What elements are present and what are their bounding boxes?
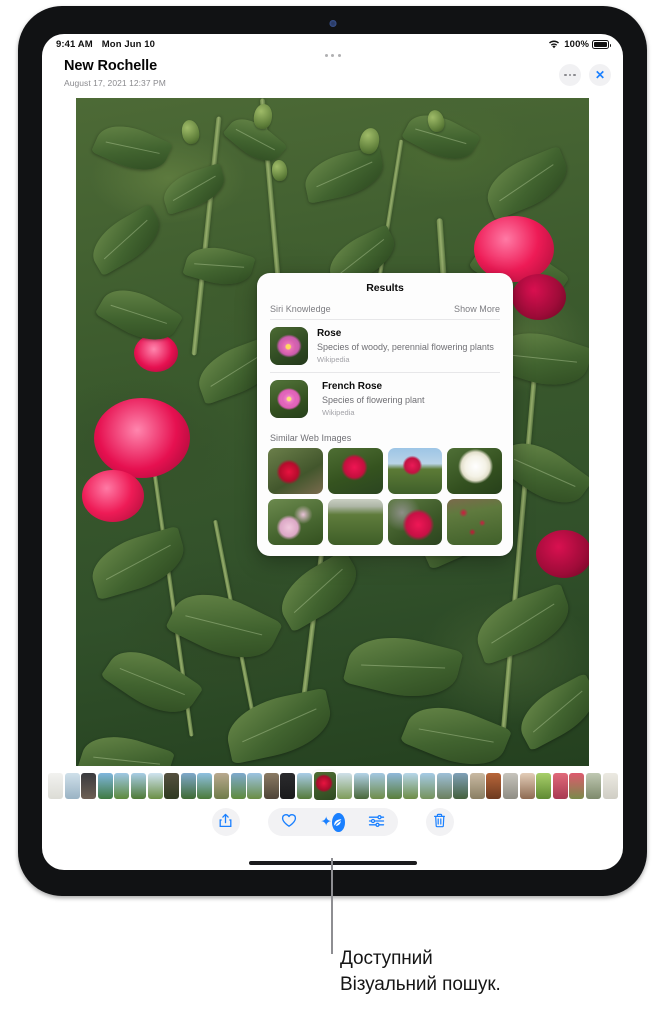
wifi-icon: [548, 40, 560, 49]
photo-filmstrip[interactable]: [42, 766, 623, 800]
sparkles-icon: ✦: [320, 814, 332, 829]
close-x-icon: ✕: [594, 68, 606, 82]
similar-image-thumbnail[interactable]: [268, 499, 323, 545]
filmstrip-thumbnail[interactable]: [436, 773, 452, 799]
siri-knowledge-label: Siri Knowledge: [270, 304, 331, 314]
battery-percent: 100%: [564, 39, 589, 50]
filmstrip-thumbnail-selected[interactable]: [313, 772, 336, 800]
multitasking-handle[interactable]: [324, 54, 341, 57]
page-title: New Rochelle: [64, 58, 158, 74]
similar-image-thumbnail[interactable]: [447, 499, 502, 545]
similar-image-thumbnail[interactable]: [387, 448, 443, 494]
callout-caption: Доступний Візуальний пошук.: [340, 946, 501, 998]
knowledge-row-title: Rose: [317, 328, 342, 339]
filmstrip-thumbnail[interactable]: [586, 773, 601, 799]
knowledge-row[interactable]: Rose Species of woody, perennial floweri…: [257, 320, 513, 372]
similar-image-thumbnail[interactable]: [447, 448, 502, 494]
photo-timestamp: August 17, 2021 12:37 PM: [64, 78, 166, 88]
filmstrip-thumbnail[interactable]: [569, 773, 585, 799]
sliders-icon: [368, 814, 385, 831]
caption-line-2: Візуальний пошук.: [340, 974, 501, 995]
filmstrip-thumbnail[interactable]: [81, 773, 97, 799]
photo-header: New Rochelle August 17, 2021 12:37 PM ✕: [42, 52, 623, 98]
filmstrip-thumbnail[interactable]: [503, 773, 519, 799]
more-options-button[interactable]: [559, 64, 581, 86]
favorite-button[interactable]: [277, 810, 301, 834]
french-rose-thumbnail-icon: [270, 380, 308, 418]
filmstrip-thumbnail[interactable]: [403, 773, 419, 799]
filmstrip-thumbnail[interactable]: [602, 773, 618, 799]
knowledge-row[interactable]: French Rose Species of flowering plant W…: [257, 373, 513, 425]
heart-icon: [281, 813, 297, 831]
filmstrip-thumbnail[interactable]: [230, 773, 246, 799]
filmstrip-thumbnail[interactable]: [147, 773, 163, 799]
results-popup-title: Results: [366, 282, 404, 294]
photo-viewer[interactable]: Results Siri Knowledge Show More Rose Sp…: [76, 98, 589, 766]
filmstrip-thumbnail[interactable]: [197, 773, 213, 799]
filmstrip-thumbnail[interactable]: [130, 773, 146, 799]
filmstrip-thumbnail[interactable]: [213, 773, 229, 799]
photo-toolbar: ✦: [42, 802, 623, 842]
siri-knowledge-section-header: Siri Knowledge Show More: [257, 304, 513, 319]
front-camera-icon: [329, 20, 336, 27]
filmstrip-thumbnail[interactable]: [420, 773, 436, 799]
filmstrip-thumbnail[interactable]: [536, 773, 552, 799]
filmstrip-thumbnail[interactable]: [48, 773, 63, 799]
knowledge-row-description: Species of woody, perennial flowering pl…: [317, 341, 494, 352]
adjust-button[interactable]: [365, 810, 389, 834]
share-button[interactable]: [211, 808, 240, 836]
similar-image-thumbnail[interactable]: [327, 448, 383, 494]
knowledge-row-title: French Rose: [322, 381, 383, 392]
show-more-link[interactable]: Show More: [454, 304, 500, 314]
knowledge-row-description: Species of flowering plant: [322, 394, 425, 405]
visual-look-up-results-popup[interactable]: Results Siri Knowledge Show More Rose Sp…: [257, 273, 513, 556]
visual-look-up-button[interactable]: ✦: [321, 810, 345, 834]
filmstrip-thumbnail[interactable]: [114, 773, 130, 799]
filmstrip-thumbnail[interactable]: [486, 773, 502, 799]
filmstrip-thumbnail[interactable]: [97, 773, 113, 799]
battery-full-icon: [592, 40, 611, 49]
similar-web-images-label: Similar Web Images: [270, 433, 352, 443]
header-actions: ✕: [559, 58, 611, 86]
close-button[interactable]: ✕: [589, 64, 611, 86]
callout-leader-line: [331, 858, 333, 954]
title-block: New Rochelle August 17, 2021 12:37 PM: [64, 58, 559, 88]
status-bar: 9:41 AM Mon Jun 10 100%: [42, 34, 623, 52]
filmstrip-thumbnail[interactable]: [519, 773, 535, 799]
ellipsis-icon: [564, 73, 576, 77]
filmstrip-thumbnail[interactable]: [64, 773, 80, 799]
filmstrip-thumbnail[interactable]: [469, 773, 485, 799]
delete-button[interactable]: [425, 808, 454, 836]
similar-image-thumbnail[interactable]: [268, 448, 323, 494]
share-up-arrow-icon: [219, 813, 232, 831]
ipad-screen: 9:41 AM Mon Jun 10 100% New Rochelle Aug…: [42, 34, 623, 870]
caption-line-1: Доступний: [340, 948, 433, 969]
photo-actions-pill: ✦: [267, 808, 398, 836]
filmstrip-thumbnail[interactable]: [280, 773, 296, 799]
filmstrip-thumbnail[interactable]: [552, 773, 568, 799]
similar-image-thumbnail[interactable]: [327, 498, 383, 545]
filmstrip-thumbnail[interactable]: [247, 773, 263, 799]
filmstrip-thumbnail[interactable]: [353, 773, 369, 799]
filmstrip-thumbnail[interactable]: [164, 773, 180, 799]
ipad-device-frame: 9:41 AM Mon Jun 10 100% New Rochelle Aug…: [18, 6, 647, 896]
rose-thumbnail-icon: [270, 327, 308, 365]
filmstrip-thumbnail[interactable]: [453, 773, 469, 799]
filmstrip-thumbnail[interactable]: [386, 773, 402, 799]
similar-web-images-grid: [257, 448, 513, 545]
knowledge-row-source: Wikipedia: [317, 354, 350, 364]
filmstrip-thumbnail[interactable]: [180, 773, 196, 799]
knowledge-row-text: Rose Species of woody, perennial floweri…: [317, 327, 500, 364]
status-time: 9:41 AM: [56, 39, 93, 50]
knowledge-row-text: French Rose Species of flowering plant W…: [317, 380, 500, 417]
filmstrip-thumbnail[interactable]: [337, 773, 353, 799]
similar-image-thumbnail[interactable]: [387, 499, 443, 545]
knowledge-row-source: Wikipedia: [322, 407, 355, 417]
filmstrip-thumbnail[interactable]: [296, 773, 312, 799]
trash-icon: [433, 813, 446, 831]
filmstrip-thumbnail[interactable]: [263, 773, 279, 799]
status-date: Mon Jun 10: [101, 39, 156, 50]
filmstrip-thumbnail[interactable]: [370, 773, 386, 799]
visual-look-up-leaf-icon: [331, 812, 345, 832]
